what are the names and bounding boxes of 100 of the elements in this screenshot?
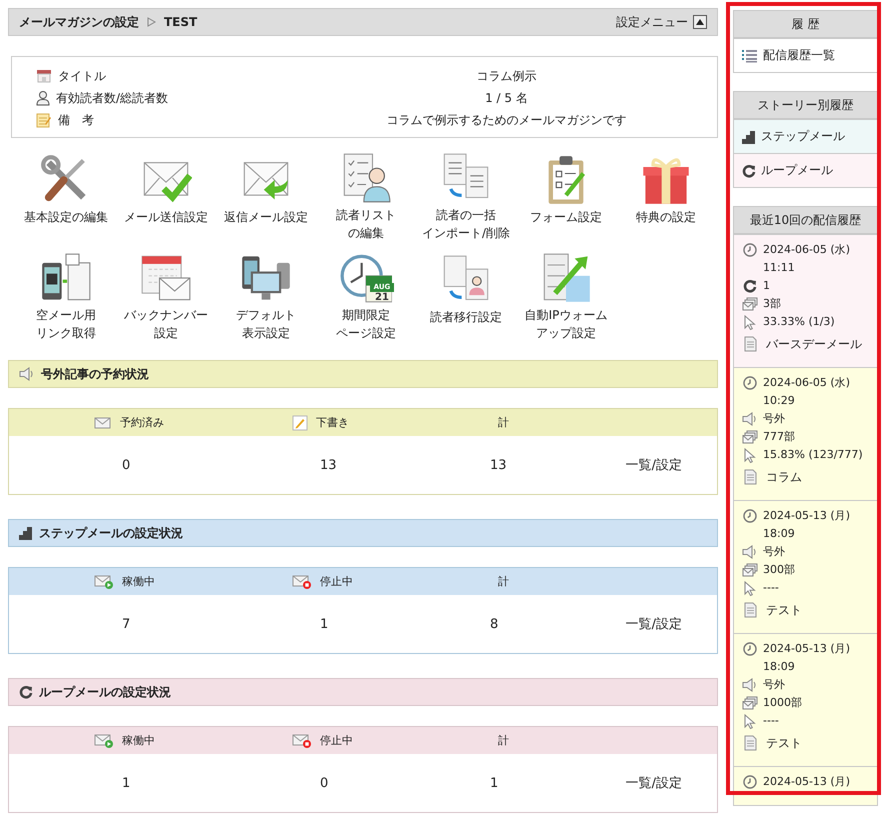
copies-count: 3部 [763, 296, 781, 312]
clock-calendar-icon [340, 252, 392, 304]
history-list-item[interactable]: 配信履歴一覧 [734, 38, 877, 72]
info-label: 備 考 [58, 112, 94, 128]
cursor-icon [744, 314, 756, 330]
settings-menu-item[interactable]: 空メール用 リンク取得 [16, 250, 116, 342]
settings-menu-item[interactable]: 自動IPウォーム アップ設定 [516, 250, 616, 342]
cursor-icon [744, 448, 756, 462]
copies-count: 1000部 [763, 695, 802, 711]
calendar-day: 21 [370, 292, 394, 304]
settings-menu-item[interactable]: バックナンバー 設定 [116, 250, 216, 342]
column-header: 停止中 [320, 733, 353, 748]
cursor-icon [744, 714, 756, 728]
column-header: 計 [498, 574, 509, 589]
delivery-time: 11:11 [763, 260, 795, 276]
memo-icon [36, 112, 52, 128]
info-value: 1 / 5 名 [484, 90, 529, 106]
column-header: 計 [498, 415, 509, 430]
mail-subject[interactable]: コラム [766, 468, 802, 486]
table-cell: 0 [122, 458, 130, 472]
mail-subject[interactable]: バースデーメール [766, 335, 862, 353]
table-cell: 1 [122, 776, 130, 790]
table-cell: 1 [320, 616, 328, 632]
settings-menu-link[interactable]: 設定メニュー [616, 14, 688, 30]
envelopes-icon [742, 297, 758, 311]
document-icon [744, 602, 756, 618]
delivery-date: 2024-06-05 (水) [763, 375, 850, 391]
clock-icon [743, 243, 757, 257]
table-cell: 8 [490, 616, 498, 632]
section-title: ステップメールの設定状況 [39, 524, 183, 542]
story-history-item[interactable]: ステップメール [734, 119, 877, 153]
copies-count: 300部 [763, 562, 795, 578]
delivery-type: 号外 [763, 677, 785, 693]
list-icon [742, 48, 758, 62]
envelopes-icon [742, 430, 758, 444]
pencil-icon [292, 414, 308, 430]
table-cell: 7 [122, 616, 130, 632]
envelope-stop-icon [292, 732, 312, 748]
info-value: コラム例示 [476, 68, 538, 84]
table-cell: 1 [490, 776, 498, 790]
settings-menu-item[interactable]: デフォルト 表示設定 [216, 250, 316, 342]
info-label: 有効読者数/総読者数 [56, 90, 168, 106]
delivery-time: 18:09 [763, 526, 795, 542]
click-rate: ---- [763, 580, 779, 596]
click-rate: 15.83% (123/777) [763, 447, 863, 463]
column-header: 稼働中 [122, 574, 155, 589]
document-icon [744, 336, 756, 352]
settings-menu-item[interactable]: 返信メール設定 [216, 150, 316, 242]
collapse-button[interactable] [693, 15, 707, 29]
mail-subject[interactable]: テスト [766, 734, 802, 752]
column-header: 停止中 [320, 574, 353, 589]
document-icon [744, 469, 756, 485]
envelope-icon [94, 416, 112, 430]
loop-icon [19, 685, 33, 699]
envelope-play-icon [94, 574, 114, 590]
settings-menu-item[interactable]: 基本設定の編集 [16, 150, 116, 242]
delivery-date: 2024-05-13 (月) [763, 641, 850, 657]
settings-menu-item[interactable]: フォーム設定 [516, 150, 616, 242]
delivery-time: 10:29 [763, 393, 795, 409]
list-settings-link[interactable]: 一覧/設定 [626, 617, 682, 632]
triangle-up-icon [696, 19, 704, 25]
cursor-icon [744, 580, 756, 596]
envelope-stop-icon [292, 574, 312, 590]
delivery-date: 2024-05-13 (月) [763, 508, 850, 524]
info-value: コラムで例示するためのメールマガジンです [386, 112, 628, 128]
stairs-icon [742, 130, 756, 144]
list-settings-link[interactable]: 一覧/設定 [626, 458, 682, 473]
section-title: ループメールの設定状況 [39, 684, 171, 700]
person-icon [36, 90, 50, 106]
delivery-type: 1 [763, 278, 770, 294]
story-history-item[interactable]: ループメール [734, 153, 877, 187]
column-header: 下書き [316, 415, 349, 430]
list-settings-link[interactable]: 一覧/設定 [626, 776, 682, 791]
envelope-play-icon [94, 732, 114, 748]
envelopes-icon [742, 696, 758, 710]
house-icon [36, 69, 52, 83]
table-cell: 13 [320, 458, 337, 472]
clock-icon [743, 642, 757, 656]
mail-subject[interactable]: テスト [766, 601, 802, 619]
clock-icon [743, 376, 757, 390]
column-header: 計 [498, 733, 509, 748]
breadcrumb-arrow-icon [147, 17, 156, 27]
speaker-icon [742, 412, 758, 426]
delivery-type: 号外 [763, 411, 785, 427]
info-label: タイトル [58, 68, 106, 84]
speaker-icon [742, 545, 758, 559]
click-rate: 33.33% (1/3) [763, 314, 835, 330]
envelopes-icon [742, 563, 758, 577]
table-cell: 0 [320, 776, 328, 790]
clock-icon [743, 775, 757, 789]
settings-menu-item[interactable]: 読者リスト の編集 [316, 150, 416, 242]
settings-menu-item[interactable]: 読者移行設定 [416, 250, 516, 342]
table-cell: 13 [490, 458, 507, 472]
settings-menu-item[interactable]: 読者の一括 インポート/削除 [416, 150, 516, 242]
settings-menu-item[interactable]: メール送信設定 [116, 150, 216, 242]
settings-menu-item[interactable]: 特典の設定 [616, 150, 716, 242]
document-icon [744, 735, 756, 751]
loop-icon [742, 164, 756, 178]
delivery-date: 2024-06-05 (水) [763, 242, 850, 258]
copies-count: 777部 [763, 429, 795, 445]
